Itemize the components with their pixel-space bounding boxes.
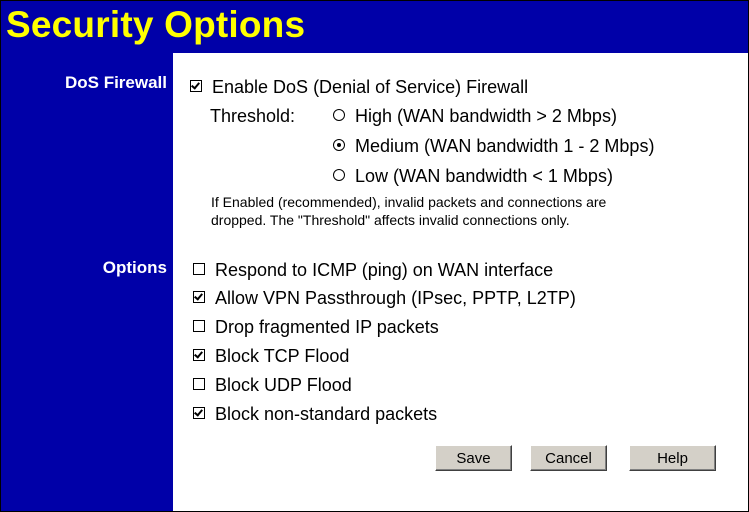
threshold-low-label: Low (WAN bandwidth < 1 Mbps) [355,166,613,186]
enable-dos-firewall-label: Enable DoS (Denial of Service) Firewall [212,77,529,97]
drop-fragmented-label: Drop fragmented IP packets [215,317,439,337]
dos-note-line-2: dropped. The "Threshold" affects invalid… [211,212,570,228]
help-button[interactable]: Help [629,445,716,471]
page-title: Security Options [6,4,306,45]
threshold-medium-radio[interactable] [333,139,345,152]
section-label-column: DoS Firewall Options [1,53,173,511]
block-non-standard-label: Block non-standard packets [215,404,438,424]
threshold-low-radio[interactable] [333,169,345,182]
threshold-high-radio[interactable] [333,109,345,122]
respond-icmp-label: Respond to ICMP (ping) on WAN interface [215,260,554,280]
settings-area: Enable DoS (Denial of Service) Firewall … [173,54,748,511]
threshold-label: Threshold: [210,106,296,126]
allow-vpn-passthrough-label: Allow VPN Passthrough (IPsec, PPTP, L2TP… [215,288,576,308]
security-options-panel: Security Options DoS Firewall Options En… [0,0,749,512]
block-udp-flood-checkbox[interactable] [193,378,205,391]
threshold-high-label: High (WAN bandwidth > 2 Mbps) [355,106,617,126]
block-udp-flood-label: Block UDP Flood [215,375,352,395]
threshold-high-radio-row[interactable]: High (WAN bandwidth > 2 Mbps) [333,105,617,127]
respond-icmp-checkbox[interactable] [193,263,205,276]
title-bar: Security Options [1,1,748,54]
option-row[interactable]: Drop fragmented IP packets [193,316,439,338]
cancel-button[interactable]: Cancel [530,445,607,471]
block-tcp-flood-checkbox[interactable] [193,349,205,362]
block-non-standard-checkbox[interactable] [193,407,205,420]
threshold-medium-radio-row[interactable]: Medium (WAN bandwidth 1 - 2 Mbps) [333,135,654,157]
option-row[interactable]: Block TCP Flood [193,345,349,367]
enable-dos-firewall-row[interactable]: Enable DoS (Denial of Service) Firewall [190,76,528,98]
options-section-label: Options [102,258,167,277]
option-row[interactable]: Block non-standard packets [193,403,437,425]
block-tcp-flood-label: Block TCP Flood [215,346,350,366]
option-row[interactable]: Block UDP Flood [193,374,352,396]
enable-dos-firewall-checkbox[interactable] [190,80,202,93]
save-button[interactable]: Save [435,445,512,471]
allow-vpn-passthrough-checkbox[interactable] [193,291,205,304]
dos-note-line-1: If Enabled (recommended), invalid packet… [211,194,607,210]
option-row[interactable]: Allow VPN Passthrough (IPsec, PPTP, L2TP… [193,287,576,309]
option-row[interactable]: Respond to ICMP (ping) on WAN interface [193,259,553,281]
drop-fragmented-checkbox[interactable] [193,320,205,333]
dos-firewall-section-label: DoS Firewall [64,73,167,92]
threshold-medium-label: Medium (WAN bandwidth 1 - 2 Mbps) [355,136,655,156]
threshold-low-radio-row[interactable]: Low (WAN bandwidth < 1 Mbps) [333,165,613,187]
